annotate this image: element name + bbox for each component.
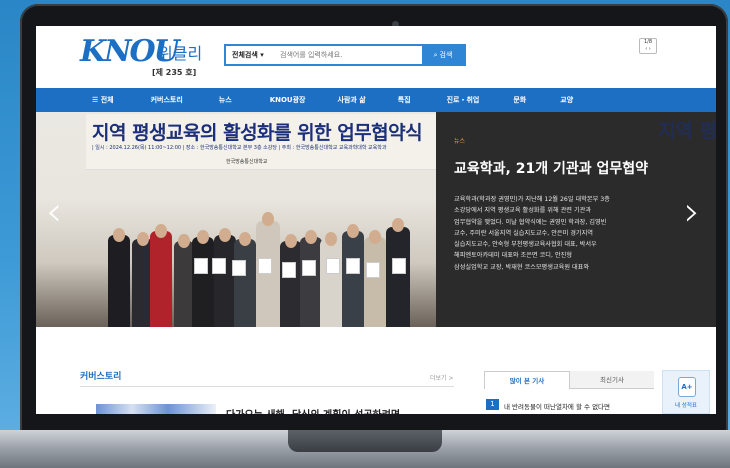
- banner-logo: 한국방송통신대학교: [226, 159, 268, 165]
- person-figure: [386, 227, 410, 327]
- certificate: [366, 262, 380, 278]
- certificate: [326, 258, 340, 274]
- top-news-item[interactable]: 내 반려동물이 떠난열차에 할 수 없다면: [504, 401, 610, 411]
- person-head: [219, 228, 231, 242]
- person-head: [178, 234, 190, 248]
- main-nav: ☰ 전체 커버스토리 뉴스 KNOU광장 사람과 삶 특집 진로・취업 문화 교…: [36, 88, 716, 112]
- nav-cover-story[interactable]: 커버스토리: [151, 95, 183, 105]
- cover-story-heading[interactable]: 커버스토리: [80, 369, 121, 382]
- logo-subtitle[interactable]: 위클리: [158, 40, 202, 64]
- person-figure: [280, 241, 302, 327]
- person-figure: [256, 221, 280, 327]
- person-figure: [320, 239, 342, 327]
- event-banner: 지역 평생교육의 활성화를 위한 업무협약식 | 일시 : 2024.12.26…: [86, 114, 436, 170]
- more-link[interactable]: 더보기 >: [430, 373, 454, 382]
- nav-knou-plaza[interactable]: KNOU광장: [270, 95, 306, 105]
- search-button[interactable]: ⌕ 검색: [422, 46, 464, 64]
- person-figure: [192, 237, 214, 327]
- page-indicator[interactable]: 1/8 ‹ ›: [639, 38, 657, 54]
- person-head: [137, 232, 149, 246]
- certificate: [302, 260, 316, 276]
- quick-menu-grades[interactable]: A+ 내 성적표: [662, 370, 710, 414]
- person-head: [239, 232, 251, 246]
- hero-slider: 지역 평생교육의 활성화를 위한 업무협약식 | 일시 : 2024.12.26…: [36, 112, 716, 327]
- site-header: KNOU 위클리 [제 235 호] 전체검색 ▾ ⌕ 검색 1/8‹ ›: [36, 26, 716, 88]
- nav-liberal-arts[interactable]: 교양: [560, 95, 573, 105]
- person-head: [262, 212, 274, 226]
- banner-info: | 일시 : 2024.12.26(목) 11:00~12:00 | 장소 : …: [92, 145, 387, 151]
- search-scope-select[interactable]: 전체검색 ▾: [226, 50, 280, 60]
- hero-photo[interactable]: 지역 평생교육의 활성화를 위한 업무협약식 | 일시 : 2024.12.26…: [36, 112, 436, 327]
- certificate: [282, 262, 296, 278]
- issue-number: [제 235 호]: [152, 68, 197, 77]
- slider-prev-arrow[interactable]: ‹: [46, 192, 62, 232]
- person-figure: [364, 237, 386, 327]
- article-summary: 교육학과(학과장 권영민)가 지난해 12월 26일 대학본부 3층 소강당에서…: [454, 196, 610, 271]
- nav-culture[interactable]: 문화: [513, 95, 526, 105]
- nav-special[interactable]: 특집: [398, 95, 411, 105]
- hero-article-panel[interactable]: 뉴스 교육학과, 21개 기관과 업무협약 교육학과(학과장 권영민)가 지난해…: [436, 112, 716, 327]
- search-input[interactable]: [280, 51, 410, 59]
- cover-article-title[interactable]: 다가오는 새해, 당신의 계획이 성공하려면: [226, 406, 400, 414]
- person-figure: [150, 231, 172, 327]
- person-figure: [300, 237, 322, 327]
- search-icon: ⌕: [433, 50, 438, 59]
- laptop-notch: [288, 430, 442, 452]
- person-figure: [174, 241, 194, 327]
- person-figure: [234, 239, 256, 327]
- search-bar: 전체검색 ▾ ⌕ 검색: [224, 44, 466, 66]
- quick-menu-label: 내 성적표: [675, 403, 697, 409]
- nav-news[interactable]: 뉴스: [219, 95, 232, 105]
- nav-career[interactable]: 진로・취업: [447, 95, 480, 105]
- article-tabs: 많이 본 기사 최신기사: [484, 371, 654, 389]
- tab-most-read[interactable]: 많이 본 기사: [484, 371, 570, 389]
- browser-screen: KNOU 위클리 [제 235 호] 전체검색 ▾ ⌕ 검색 1/8‹ › ☰ …: [36, 26, 716, 414]
- person-head: [197, 230, 209, 244]
- banner-title: 지역 평생교육의 활성화를 위한 업무협약식: [92, 122, 423, 144]
- person-head: [113, 228, 125, 242]
- person-head: [155, 224, 167, 238]
- next-slide-preview: 지역 평: [658, 120, 716, 142]
- certificate: [258, 258, 272, 274]
- certificate: [392, 258, 406, 274]
- person-figure: [342, 231, 364, 327]
- certificate: [212, 258, 226, 274]
- person-head: [305, 230, 317, 244]
- person-figure: [214, 235, 236, 327]
- certificate: [346, 258, 360, 274]
- person-figure: [108, 235, 130, 327]
- person-head: [347, 224, 359, 238]
- certificate: [194, 258, 208, 274]
- report-card-icon: A+: [678, 377, 696, 397]
- divider: [80, 386, 454, 387]
- person-head: [392, 218, 404, 232]
- article-category[interactable]: 뉴스: [454, 136, 465, 145]
- slider-next-arrow[interactable]: ›: [684, 192, 700, 232]
- person-head: [325, 232, 337, 246]
- article-title[interactable]: 교육학과, 21개 기관과 업무협약: [454, 158, 648, 178]
- person-head: [285, 234, 297, 248]
- person-head: [369, 230, 381, 244]
- rank-badge: 1: [486, 399, 499, 410]
- nav-all[interactable]: ☰ 전체: [92, 95, 114, 105]
- certificate: [232, 260, 246, 276]
- nav-people-life[interactable]: 사람과 삶: [338, 95, 366, 105]
- tab-latest[interactable]: 최신기사: [570, 371, 654, 389]
- cover-thumbnail[interactable]: [96, 404, 216, 414]
